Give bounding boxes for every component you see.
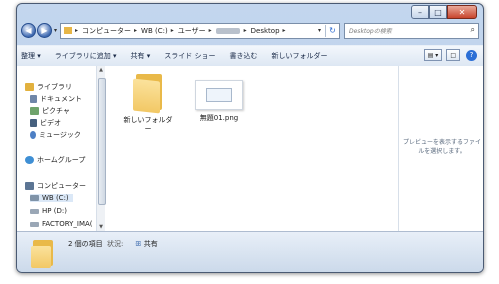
nav-item-drive-d[interactable]: HP (D:) [30, 207, 67, 215]
file-name: 新しいフォルダ ー [123, 116, 173, 133]
library-icon [25, 83, 34, 91]
chevron-right-icon[interactable]: ▸ [134, 27, 137, 34]
item-count: 2 個の項目 [68, 240, 103, 248]
chevron-right-icon[interactable]: ▸ [283, 27, 286, 34]
nav-item-music[interactable]: ミュージック [30, 130, 81, 140]
details-pane: 2 個の項目 状況: ꕥ 共有 [17, 231, 483, 272]
nav-item-label: ピクチャ [42, 107, 70, 115]
nav-item-factory-image[interactable]: FACTORY_IMA( [30, 220, 93, 228]
folder-icon [64, 27, 73, 34]
slideshow-button[interactable]: スライド ショー [164, 51, 215, 61]
address-row: ◀ ▶ ▾ ▸ コンピューター ▸ WB (C:) ▸ ユーザー ▸ ▸ Des… [21, 22, 479, 39]
explorer-window: – □ ✕ ◀ ▶ ▾ ▸ コンピューター ▸ WB (C:) ▸ ユーザー ▸… [16, 3, 484, 273]
close-button[interactable]: ✕ [447, 5, 477, 19]
nav-item-label: ホームグループ [37, 156, 86, 164]
nav-item-computer[interactable]: コンピューター [25, 181, 86, 191]
image-file-icon [195, 80, 243, 110]
address-bar[interactable]: ▸ コンピューター ▸ WB (C:) ▸ ユーザー ▸ ▸ Desktop ▸… [60, 22, 340, 39]
videos-icon [30, 119, 37, 127]
nav-item-label: ビデオ [40, 119, 61, 127]
state-label: 状況: [107, 240, 124, 248]
command-bar: 整理 ▾ ライブラリに追加 ▾ 共有 ▾ スライド ショー 書き込む 新しいフォ… [17, 45, 483, 67]
nav-item-drive-c[interactable]: WB (C:) [30, 194, 73, 202]
add-to-library-menu[interactable]: ライブラリに追加 ▾ [55, 51, 117, 61]
scroll-down-icon[interactable]: ▼ [97, 224, 105, 230]
nav-item-documents[interactable]: ドキュメント [30, 94, 82, 104]
preview-pane: プレビューを表示するファイルを選択します。 [398, 66, 483, 231]
shared-label: 共有 [143, 240, 158, 248]
new-folder-button[interactable]: 新しいフォルダー [271, 51, 327, 61]
change-view-icon[interactable]: ▤ ▾ [423, 49, 443, 61]
search-placeholder: Desktopの検索 [349, 28, 392, 35]
redacted-username[interactable] [215, 27, 240, 34]
share-icon: ꕥ [135, 240, 142, 248]
shared-status: ꕥ 共有 [135, 239, 158, 249]
preview-pane-icon[interactable]: □ [446, 49, 460, 61]
homegroup-icon [25, 156, 34, 164]
chevron-right-icon[interactable]: ▸ [171, 27, 174, 34]
nav-item-homegroup[interactable]: ホームグループ [25, 155, 85, 165]
breadcrumb-computer[interactable]: コンピューター [82, 26, 131, 36]
preview-message: プレビューを表示するファイルを選択します。 [403, 139, 482, 155]
folder-icon [31, 240, 55, 268]
documents-icon [30, 95, 37, 103]
nav-item-label: コンピューター [37, 182, 86, 190]
search-icon[interactable]: ⌕ [471, 25, 475, 35]
nav-item-label: FACTORY_IMA( [42, 220, 93, 228]
address-tools: ▾ ↻ [318, 24, 339, 38]
nav-item-label: ミュージック [39, 131, 81, 139]
file-item-new-folder[interactable]: 新しいフォルダ ー [118, 72, 178, 134]
chevron-right-icon[interactable]: ▸ [209, 27, 212, 34]
chevron-right-icon[interactable]: ▸ [244, 27, 247, 34]
nav-item-label: HP (D:) [42, 207, 67, 215]
folder-icon [133, 72, 163, 114]
nav-item-videos[interactable]: ビデオ [30, 118, 61, 128]
share-menu[interactable]: 共有 ▾ [131, 51, 151, 61]
back-button[interactable]: ◀ [21, 23, 36, 38]
music-icon [30, 131, 36, 139]
nav-item-label: ライブラリ [37, 83, 72, 91]
chevron-right-icon[interactable]: ▸ [75, 27, 78, 34]
nav-item-label: WB (C:) [42, 194, 69, 202]
recent-pages-dropdown-icon[interactable]: ▾ [54, 27, 57, 34]
maximize-button[interactable]: □ [429, 5, 447, 19]
minimize-button[interactable]: – [411, 5, 429, 19]
drive-icon [30, 208, 39, 214]
nav-item-label: ドキュメント [40, 95, 82, 103]
view-controls: ▤ ▾ □ ? [420, 49, 477, 61]
computer-icon [25, 182, 34, 190]
burn-button[interactable]: 書き込む [229, 51, 257, 61]
nav-item-libraries[interactable]: ライブラリ [25, 82, 72, 92]
forward-button[interactable]: ▶ [37, 23, 52, 38]
navigation-pane: ライブラリ ドキュメント ピクチャ ビデオ ミュージック ホームグループ コンピ… [17, 66, 97, 231]
refresh-icon[interactable]: ↻ [325, 24, 339, 37]
help-icon[interactable]: ? [466, 49, 477, 61]
organize-menu[interactable]: 整理 ▾ [21, 51, 41, 61]
content-area: ライブラリ ドキュメント ピクチャ ビデオ ミュージック ホームグループ コンピ… [17, 66, 483, 231]
window-controls: – □ ✕ [411, 5, 477, 19]
breadcrumb-drive[interactable]: WB (C:) [141, 27, 168, 35]
file-name: 無題01.png [199, 114, 239, 122]
scroll-up-icon[interactable]: ▲ [97, 67, 105, 73]
nav-scrollbar[interactable]: ▲ ▼ [97, 66, 106, 231]
drive-icon [30, 195, 39, 201]
address-dropdown-icon[interactable]: ▾ [318, 27, 321, 34]
breadcrumb-users[interactable]: ユーザー [178, 26, 206, 36]
pictures-icon [30, 107, 39, 115]
scroll-thumb[interactable] [98, 78, 106, 205]
file-list: 新しいフォルダ ー 無題01.png [106, 66, 398, 231]
breadcrumb-desktop[interactable]: Desktop [251, 27, 280, 35]
search-box[interactable]: Desktopの検索 ⌕ [344, 22, 479, 39]
drive-icon [30, 221, 39, 227]
file-item-png[interactable]: 無題01.png [189, 72, 249, 123]
nav-item-pictures[interactable]: ピクチャ [30, 106, 70, 116]
